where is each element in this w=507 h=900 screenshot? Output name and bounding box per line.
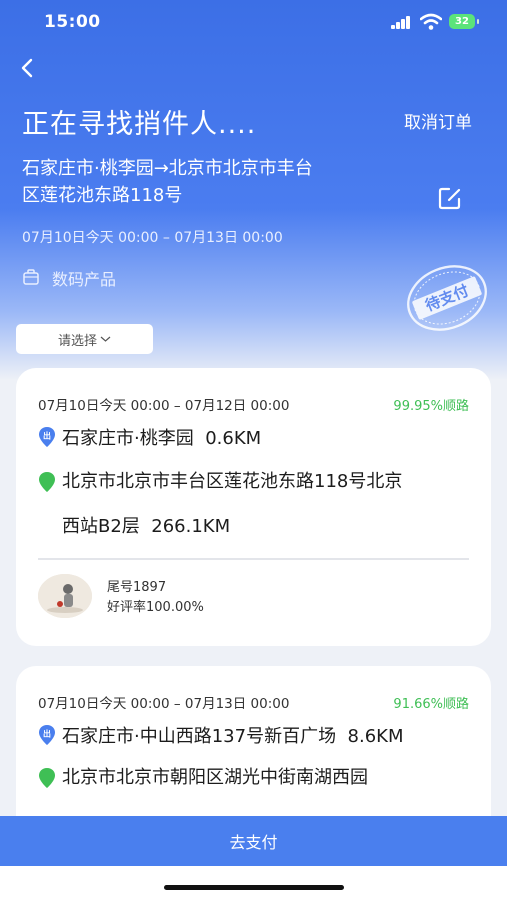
destination-address: 北京市北京市丰台区莲花池东路118号北京 西站B2层 266.1KM: [62, 459, 482, 549]
avatar: [38, 574, 92, 618]
origin-distance: 8.6KM: [347, 726, 404, 747]
pending-payment-stamp: 待支付: [407, 265, 487, 331]
package-icon: [23, 269, 39, 285]
destination-line-1: 北京市北京市丰台区莲花池东路118号北京: [62, 471, 403, 492]
sort-select-dropdown[interactable]: 请选择: [16, 324, 153, 354]
order-time-range: 07月10日今天 00:00 – 07月13日 00:00: [22, 230, 283, 246]
card-time-range: 07月10日今天 00:00 – 07月12日 00:00: [38, 398, 290, 414]
wifi-icon: [420, 13, 442, 30]
route-summary: 石家庄市·桃李园→北京市北京市丰台 区莲花池东路118号: [22, 155, 402, 209]
destination-pin-icon: [39, 472, 55, 492]
destination-pin-icon: [39, 768, 55, 788]
svg-text:出: 出: [43, 729, 51, 739]
page-title: 正在寻找捎件人....: [22, 109, 257, 140]
stamp-label: 待支付: [423, 281, 471, 315]
pay-button[interactable]: 去支付: [0, 816, 507, 866]
driver-tail-number: 尾号1897: [107, 580, 167, 595]
destination-distance: 266.1KM: [151, 516, 231, 537]
courier-card[interactable]: 07月10日今天 00:00 – 07月12日 00:00 99.95%顺路 出…: [16, 368, 491, 646]
card-time-range: 07月10日今天 00:00 – 07月13日 00:00: [38, 696, 290, 712]
card-divider: [38, 558, 469, 560]
chevron-down-icon: [100, 336, 111, 342]
status-bar: 15:00 32: [0, 0, 507, 46]
origin-address: 石家庄市·中山西路137号新百广场 8.6KM: [62, 726, 404, 747]
cancel-order-button[interactable]: 取消订单: [404, 108, 472, 133]
match-percentage: 91.66%顺路: [393, 697, 469, 712]
category-label: 数码产品: [52, 270, 117, 289]
route-line-2: 区莲花池东路118号: [22, 185, 183, 206]
bottom-safe-area: [0, 866, 507, 900]
origin-distance: 0.6KM: [205, 428, 262, 449]
destination-address: 北京市北京市朝阳区湖光中街南湖西园: [62, 755, 482, 800]
match-percentage: 99.95%顺路: [393, 399, 469, 414]
select-label: 请选择: [57, 333, 97, 349]
route-line-1: 石家庄市·桃李园→北京市北京市丰台: [22, 158, 313, 179]
driver-rating: 好评率100.00%: [107, 600, 204, 615]
destination-line-2: 西站B2层 266.1KM: [62, 516, 231, 537]
origin-pin-icon: 出: [39, 725, 55, 745]
svg-text:出: 出: [43, 431, 51, 441]
destination-line-1: 北京市北京市朝阳区湖光中街南湖西园: [62, 767, 368, 788]
origin-address: 石家庄市·桃李园 0.6KM: [62, 428, 262, 449]
back-arrow-icon[interactable]: [16, 54, 40, 82]
home-indicator: [164, 885, 344, 890]
battery-tip: [477, 19, 479, 24]
status-time: 15:00: [44, 12, 101, 32]
battery-icon: 32: [449, 14, 475, 29]
edit-icon[interactable]: [437, 185, 463, 211]
origin-pin-icon: 出: [39, 427, 55, 447]
cellular-signal-icon: [391, 16, 413, 29]
